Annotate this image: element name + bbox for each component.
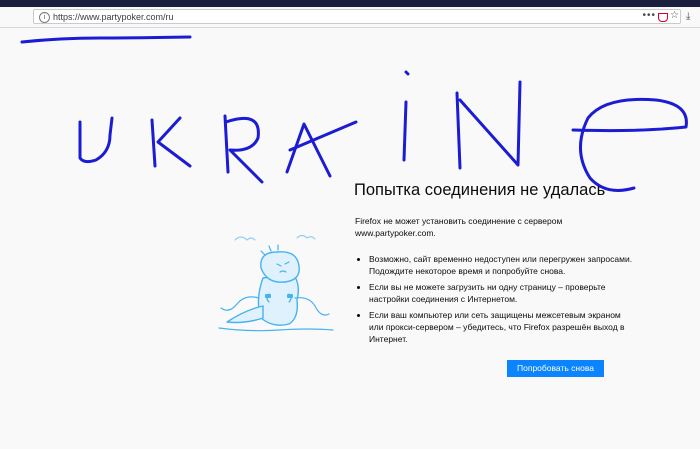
cloud-left-icon	[234, 236, 256, 241]
info-icon[interactable]: i	[39, 12, 50, 23]
page-actions-menu-icon[interactable]: •••	[642, 10, 656, 22]
error-reasons-list: Возможно, сайт временно недоступен или п…	[359, 253, 634, 349]
address-bar[interactable]: i https://www.partypoker.com/ru ••• ☆	[33, 9, 681, 24]
error-title: Попытка соединения не удалась	[354, 181, 606, 199]
retry-button[interactable]: Попробовать снова	[507, 360, 604, 377]
list-item: Если ваш компьютер или сеть защищены меж…	[369, 309, 634, 345]
url-text[interactable]: https://www.partypoker.com/ru	[53, 11, 174, 23]
pocket-icon[interactable]	[658, 13, 668, 22]
cloud-right-icon	[296, 234, 316, 240]
list-item: Возможно, сайт временно недоступен или п…	[369, 253, 634, 277]
bookmark-star-icon[interactable]: ☆	[670, 10, 679, 22]
browser-toolbar: i https://www.partypoker.com/ru ••• ☆ ⤓	[0, 7, 700, 28]
window-top-strip	[0, 0, 700, 7]
error-intro: Firefox не может установить соединение с…	[355, 216, 563, 238]
list-item: Если вы не можете загрузить ни одну стра…	[369, 281, 634, 305]
dinosaur-illustration	[218, 234, 334, 332]
download-icon[interactable]: ⤓	[686, 11, 690, 22]
